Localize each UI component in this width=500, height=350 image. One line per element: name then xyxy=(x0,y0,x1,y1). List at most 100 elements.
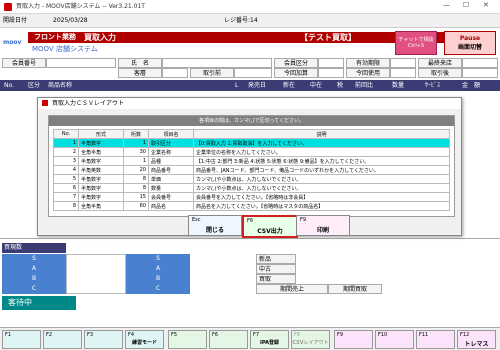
ipa-register-key[interactable]: F7 IPA登録 xyxy=(250,330,289,349)
f5-key[interactable]: F5 xyxy=(168,330,207,349)
f10-key[interactable]: F10 xyxy=(375,330,414,349)
f7-action: IPA登録 xyxy=(260,340,279,346)
f10-label: F10 xyxy=(378,332,388,338)
pause-button-sub: 画面切替 xyxy=(457,44,482,51)
layout-hint: 各項目の間は、カンマ(,)で区切ってください。 xyxy=(49,116,454,126)
f9-key[interactable]: F9 xyxy=(334,330,373,349)
cell-format: 全角半角 xyxy=(78,147,124,157)
f9-label: F9 xyxy=(337,332,344,338)
col-used-stock: 中在 xyxy=(310,82,323,89)
f3-label: F3 xyxy=(87,332,94,338)
this-use-field[interactable] xyxy=(390,68,416,78)
pause-button[interactable]: Pause 画面切替 xyxy=(444,31,496,55)
this-time-field[interactable] xyxy=(318,68,344,78)
stock-new-label: 新品 xyxy=(256,254,296,264)
layout-row[interactable]: 2 全角半角 30 企業名称 企業単位の名称を入力してください。 xyxy=(53,147,450,157)
f4-label: F4 xyxy=(128,332,135,338)
f1-key[interactable]: F1 xyxy=(2,330,41,349)
practice-mode-key[interactable]: F4 練習モード xyxy=(125,330,164,349)
csv-layout-dialog: 買取入力ＣＳＶレイアウト 各項目の間は、カンマ(,)で区切ってください。 No.… xyxy=(37,97,462,238)
cell-format: 半角数字 xyxy=(78,192,124,202)
col-amount: 金 額 xyxy=(462,82,481,89)
customer-field[interactable] xyxy=(162,68,188,78)
f4-action: 練習モード xyxy=(131,340,157,346)
layout-row[interactable]: 3 半角数字 1 品種 【1:中古 2:部門 3:新品 4:状態 5:状態 6:状態 9… xyxy=(53,156,450,166)
layout-panel: 各項目の間は、カンマ(,)で区切ってください。 No. 形式 桁数 項目名 説明… xyxy=(48,115,455,217)
f5-label: F5 xyxy=(171,332,178,338)
layout-row[interactable]: 6 半角数字 8 数量 カンマ(,)や小数点は、入力しないでください。 xyxy=(53,183,450,193)
member-no-field[interactable] xyxy=(46,58,116,68)
col-product-name: 商品名称 xyxy=(48,82,73,89)
layout-col-no: No. xyxy=(53,129,79,139)
f7-label: F7 xyxy=(253,332,260,338)
grade2-a: A xyxy=(126,264,190,274)
close-button[interactable]: ✕ xyxy=(483,1,489,9)
customer-area: 会員番号 氏 名 会員区分 有効期限 最終来店 客層 取引前 今回加算 今回使用… xyxy=(0,57,500,79)
cell-format: 半角数字 xyxy=(78,138,124,148)
last-visit-field[interactable] xyxy=(462,58,498,68)
f6-label: F6 xyxy=(212,332,219,338)
tremas-key[interactable]: F12 トレマス xyxy=(457,330,496,349)
f8-action: CSVレイアウト xyxy=(292,340,329,346)
layout-row[interactable]: 8 全角半角 60 商品名 商品名を入力してください。【省略時はマスタの商品名】 xyxy=(53,201,450,211)
f2-label: F2 xyxy=(46,332,53,338)
cell-item: 単価 xyxy=(148,174,194,184)
col-l: L xyxy=(235,82,239,89)
chat-button-shortcut: Ctrl+S xyxy=(407,43,425,49)
trade-type-field[interactable] xyxy=(234,68,272,78)
sidebar-title: 買現数 xyxy=(2,243,66,253)
discount-field[interactable] xyxy=(462,68,498,78)
info-bar: 開設日付 2025/03/28 レジ番号:14 xyxy=(0,14,500,28)
chat-button[interactable]: チャットで相談 Ctrl+S xyxy=(395,31,437,55)
name-field[interactable] xyxy=(162,58,272,68)
print-button[interactable]: F9 印刷 xyxy=(296,215,350,236)
member-type-field[interactable] xyxy=(318,58,344,68)
cell-item: 商品番号 xyxy=(148,165,194,175)
maximize-button[interactable]: ☐ xyxy=(463,1,469,9)
open-date-value: 2025/03/28 xyxy=(53,17,88,24)
f12-action: トレマス xyxy=(464,341,489,348)
cell-digits: 1 xyxy=(123,156,149,166)
register-number: レジ番号:14 xyxy=(224,17,258,24)
f2-key[interactable]: F2 xyxy=(43,330,82,349)
open-date-label: 開設日付 xyxy=(3,17,28,24)
cell-no: 2 xyxy=(53,147,79,157)
layout-col-digits: 桁数 xyxy=(123,129,149,139)
cell-no: 3 xyxy=(53,156,79,166)
cell-no: 7 xyxy=(53,192,79,202)
f11-key[interactable]: F11 xyxy=(416,330,455,349)
cell-digits: 1 xyxy=(123,138,149,148)
cell-no: 4 xyxy=(53,165,79,175)
cell-item: 会員番号 xyxy=(148,192,194,202)
layout-row[interactable]: 7 半角数字 15 会員番号 会員番号を入力してください。【省略時は非会員】 xyxy=(53,192,450,202)
cell-digits: 8 xyxy=(123,183,149,193)
period-buy-label: 期間買取 xyxy=(328,284,382,294)
valid-term-field[interactable] xyxy=(390,58,416,68)
layout-row[interactable]: 1 半角数字 1 取引区分 【0:買取入力 1:買取取消】を入力してください。 xyxy=(53,138,450,148)
minimize-button[interactable]: — xyxy=(443,1,450,9)
last-visit-label: 最終来店 xyxy=(418,58,462,68)
grade-values xyxy=(66,254,126,294)
col-category: 区分 xyxy=(28,82,41,89)
grade-a: A xyxy=(2,264,66,274)
cell-description: 商品番号、JANコード、部門コード、備品コードのいずれかを入力してください。 xyxy=(193,165,450,175)
cell-digits: 60 xyxy=(123,201,149,211)
csv-export-button[interactable]: F6 CSV出力 xyxy=(242,215,298,238)
grade-c: C xyxy=(2,284,66,294)
f3-key[interactable]: F3 xyxy=(84,330,123,349)
cell-format: 半角英数 xyxy=(78,165,124,175)
layout-row[interactable]: 5 半角数字 8 単価 カンマ(,)や小数点は、入力しないでください。 xyxy=(53,174,450,184)
csv-layout-key[interactable]: F8 CSVレイアウト xyxy=(291,330,330,349)
layout-col-description: 説明 xyxy=(193,129,450,139)
col-new-stock: 新在 xyxy=(283,82,296,89)
close-dialog-button[interactable]: Esc 閉じる xyxy=(188,215,242,236)
cell-item: 取引区分 xyxy=(148,138,194,148)
col-service: ｻｰﾋﾞｽ xyxy=(425,82,441,89)
pause-button-label: Pause xyxy=(459,35,481,42)
grade2-b: B xyxy=(126,274,190,284)
layout-row[interactable]: 4 半角英数 20 商品番号 商品番号、JANコード、部門コード、備品コードのいずれかを… xyxy=(53,165,450,175)
f6-key[interactable]: F6 xyxy=(209,330,248,349)
cell-item: 品種 xyxy=(148,156,194,166)
cell-description: カンマ(,)や小数点は、入力しないでください。 xyxy=(193,174,450,184)
cell-no: 5 xyxy=(53,174,79,184)
